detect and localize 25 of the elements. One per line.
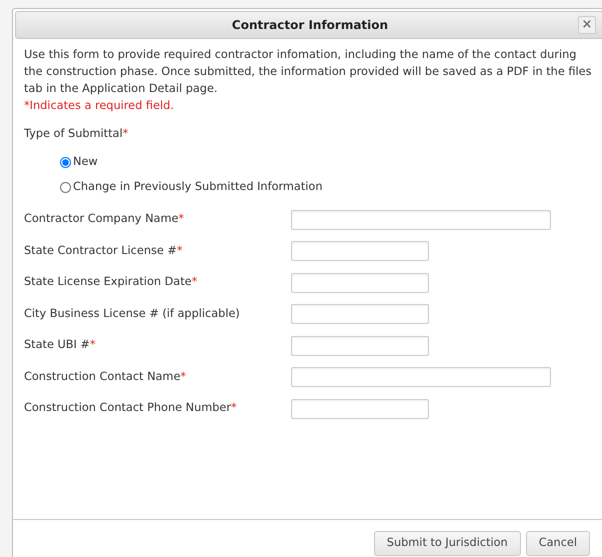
input-field[interactable] bbox=[291, 367, 551, 388]
input-field[interactable] bbox=[291, 272, 429, 293]
submittal-label: Type of Submittal* bbox=[24, 127, 128, 140]
input-field[interactable] bbox=[291, 336, 429, 356]
input-field[interactable] bbox=[291, 398, 429, 419]
intro-paragraph: Use this form to provide required contractor infomation, including the name of the contact during the construction phase. Once submitted, the information provided will be saved as a PDF in the files tab in the Application Detail page. bbox=[24, 47, 592, 97]
field-label: Construction Contact Phone Number* bbox=[24, 401, 237, 414]
radio-label[interactable]: Change in Previously Submitted Information bbox=[73, 179, 322, 196]
field-label: Contractor Company Name* bbox=[24, 212, 184, 226]
field-label: State License Expiration Date* bbox=[24, 275, 198, 288]
radio-label[interactable]: New bbox=[73, 154, 98, 171]
radio-button[interactable] bbox=[60, 182, 71, 193]
submit-button[interactable]: Submit to Jurisdiction bbox=[374, 531, 521, 556]
field-label: State UBI #* bbox=[24, 338, 96, 352]
cancel-button[interactable]: Cancel bbox=[526, 531, 590, 556]
field-label: State Contractor License #* bbox=[24, 244, 183, 257]
input-field[interactable] bbox=[291, 241, 429, 262]
required-note: *Indicates a required field. bbox=[24, 98, 175, 114]
close-button[interactable]: × bbox=[578, 16, 596, 34]
input-field[interactable] bbox=[291, 210, 551, 230]
input-field[interactable] bbox=[291, 304, 429, 324]
dialog-title: Contractor Information bbox=[232, 18, 388, 32]
radio-button[interactable] bbox=[60, 157, 71, 168]
field-label: Construction Contact Name* bbox=[24, 370, 186, 383]
field-label: City Business License # (if applicable) bbox=[24, 306, 240, 320]
